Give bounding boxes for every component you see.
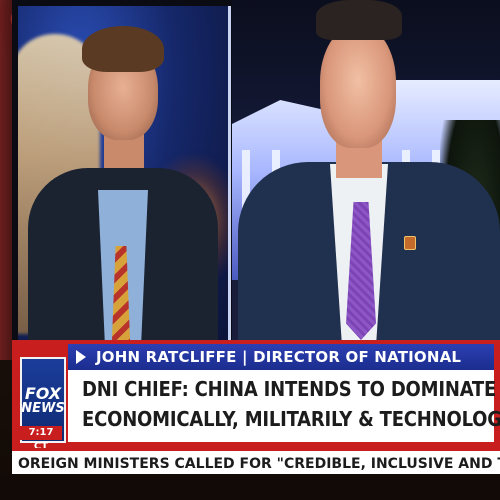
logo-text-bottom: NEWS (21, 400, 65, 416)
guest-face (320, 26, 396, 148)
headline-line-2: ECONOMICALLY, MILITARILY & TECHNOLOGICAL… (82, 407, 500, 431)
tv-bottom-edge (0, 474, 500, 500)
news-ticker: OREIGN MINISTERS CALLED FOR "CREDIBLE, I… (12, 448, 500, 474)
play-arrow-icon (76, 350, 86, 364)
headline-box: DNI CHIEF: CHINA INTENDS TO DOMINATE THE… (68, 370, 500, 442)
host-hair (82, 26, 164, 72)
time-badge: 7:17 CT (20, 426, 62, 452)
guest-hair (316, 0, 402, 40)
headline-line-1: DNI CHIEF: CHINA INTENDS TO DOMINATE THE… (82, 377, 500, 401)
logo-text-top: FOX (24, 383, 62, 403)
lapel-pin (404, 236, 416, 250)
name-title-bar: JOHN RATCLIFFE | DIRECTOR OF NATIONAL IN… (68, 344, 494, 392)
tv-photo: FOX NEWS 7:17 CT JOHN RATCLIFFE | DIRECT… (0, 0, 500, 500)
